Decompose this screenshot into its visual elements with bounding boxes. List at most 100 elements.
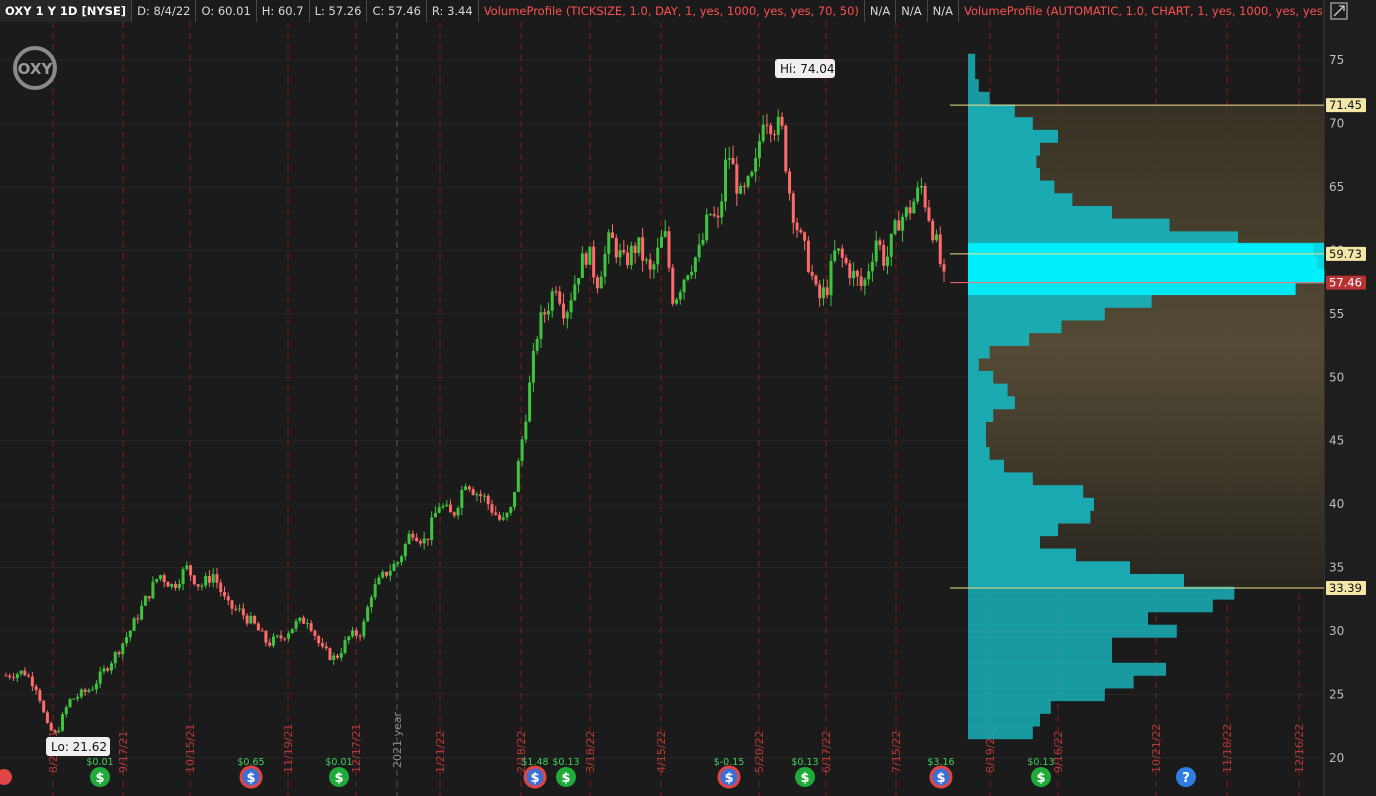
candle-body <box>384 571 388 576</box>
y-tick-label: 25 <box>1329 687 1344 701</box>
candle-body <box>848 263 852 279</box>
candle-body <box>528 382 532 422</box>
volume-profile-bar <box>968 688 1105 702</box>
volume-profile-bar <box>968 409 994 422</box>
candle-body <box>622 250 626 253</box>
study-value-1: N/A <box>865 0 897 22</box>
x-tick-label: 11/18/22 <box>1221 724 1234 773</box>
event-marker-unknown[interactable]: ? <box>1176 767 1196 787</box>
candle-body <box>885 256 889 266</box>
candle-body <box>113 652 117 664</box>
candle-body <box>437 507 441 513</box>
candle-body <box>339 652 343 658</box>
candle-body <box>712 214 716 216</box>
volume-profile-bar <box>968 294 1152 308</box>
volume-profile-bar <box>968 535 1040 549</box>
candle-body <box>633 245 637 253</box>
candle-body <box>430 517 434 540</box>
candle-body <box>373 584 377 598</box>
candle-body <box>603 253 607 277</box>
symbol-label[interactable]: OXY 1 Y 1D [NYSE] <box>0 0 133 22</box>
candle-body <box>626 252 630 266</box>
x-tick-label: 10/15/21 <box>184 724 197 773</box>
candle-body <box>867 271 871 280</box>
volume-profile-bar <box>968 510 1091 524</box>
candle-body <box>418 541 422 544</box>
x-tick-label: 3/18/22 <box>584 731 597 773</box>
y-tick-label: 20 <box>1329 751 1344 765</box>
volume-profile-bar <box>968 167 1040 181</box>
candle-body <box>663 231 667 237</box>
event-label: $3.16 <box>927 757 954 768</box>
candle-body <box>791 193 795 223</box>
candle-body <box>215 574 219 583</box>
candle-body <box>174 584 178 588</box>
candle-body <box>354 630 358 636</box>
candle-body <box>686 275 690 280</box>
hi-label: Hi: 74.04 <box>780 62 835 76</box>
candle-body <box>614 238 618 258</box>
candle-body <box>132 618 136 631</box>
candle-body <box>833 250 837 262</box>
study-value-3: N/A <box>928 0 959 22</box>
candle-body <box>121 643 125 655</box>
candle-body <box>788 171 792 194</box>
candle-body <box>678 292 682 300</box>
candle-body <box>283 638 287 640</box>
candle-body <box>170 584 174 587</box>
candle-body <box>27 675 31 677</box>
candle-body <box>128 630 132 638</box>
candle-body <box>531 350 535 383</box>
candle-body <box>351 630 355 637</box>
volume-profile-bar <box>968 383 1008 397</box>
candle-body <box>8 675 12 678</box>
candle-body <box>656 247 660 265</box>
logo-text: OXY <box>18 60 54 78</box>
volume-profile-bar <box>968 662 1166 676</box>
volume-profile-bar <box>968 485 1084 499</box>
candle-body <box>57 730 61 733</box>
candle-body <box>467 486 471 490</box>
candle-body <box>916 187 920 202</box>
x-tick-label: 11/19/21 <box>282 724 295 773</box>
candle-body <box>701 240 705 245</box>
candle-body <box>433 512 437 518</box>
candle-body <box>840 248 844 258</box>
x-tick-label: 1/21/22 <box>434 731 447 773</box>
candle-body <box>837 248 841 251</box>
event-marker-earnings[interactable]: $ $0.65 <box>237 757 265 789</box>
candle-body <box>264 630 268 643</box>
candle-body <box>72 698 76 700</box>
volume-profile-bar <box>968 599 1213 613</box>
candle-body <box>475 494 479 496</box>
volume-profile-bar <box>968 142 1040 156</box>
candle-body <box>577 277 581 285</box>
study-volumeprofile-1[interactable]: VolumeProfile (TICKSIZE, 1.0, DAY, 1, ye… <box>479 0 865 22</box>
y-tick-label: 75 <box>1329 53 1344 67</box>
study-volumeprofile-2[interactable]: VolumeProfile (AUTOMATIC, 1.0, CHART, 1,… <box>959 0 1322 22</box>
candle-body <box>147 596 151 599</box>
candle-body <box>546 310 550 315</box>
candle-body <box>192 575 196 585</box>
candle-body <box>818 284 822 299</box>
expand-icon[interactable] <box>1330 2 1348 20</box>
candle-body <box>629 245 633 266</box>
volume-profile-bar <box>968 573 1184 587</box>
candle-body <box>618 250 622 258</box>
candle-body <box>287 633 291 639</box>
candle-body <box>196 584 200 587</box>
candle-body <box>893 220 897 234</box>
candle-body <box>923 185 927 208</box>
candle-body <box>407 533 411 544</box>
candle-body <box>580 253 584 278</box>
event-label: $0.01 <box>86 757 113 768</box>
candle-body <box>742 185 746 187</box>
candle-body <box>185 565 189 570</box>
candle-body <box>79 689 83 697</box>
event-marker-earnings[interactable]: $ $3.16 <box>927 757 955 789</box>
candle-body <box>49 722 53 731</box>
price-chart[interactable]: 2025303540455055606570758/20/219/17/2110… <box>0 0 1376 796</box>
event-marker-earnings[interactable]: $ $1.48 <box>521 757 549 789</box>
candle-body <box>671 267 675 304</box>
candle-body <box>320 643 324 647</box>
